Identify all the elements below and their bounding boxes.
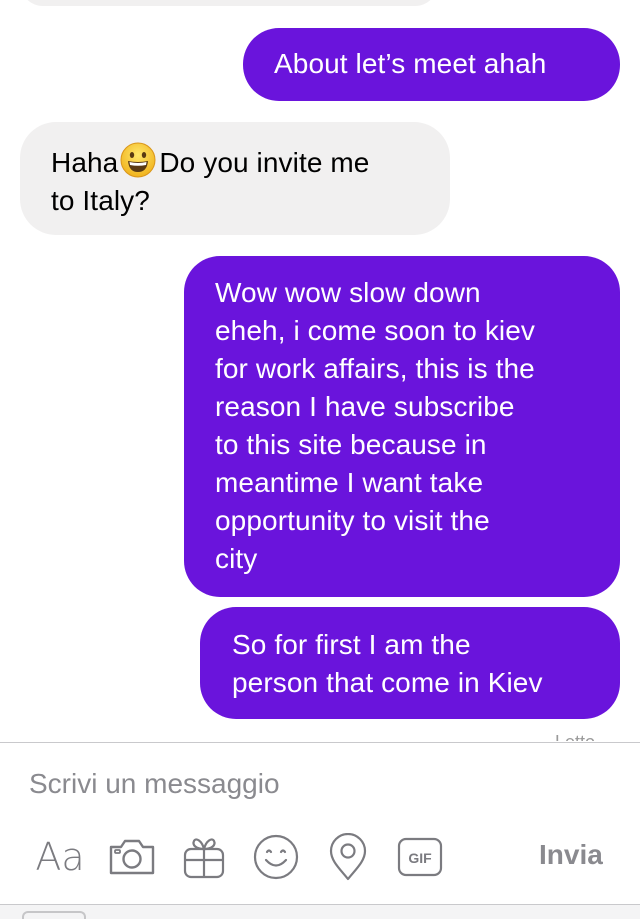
outgoing-message-bubble[interactable]: Wow wow slow down eheh, i come soon to k… [184,256,620,597]
previous-incoming-bubble [20,0,438,6]
emoji-icon[interactable] [250,831,302,883]
send-button[interactable]: Invia [539,838,603,872]
message-text: Haha [51,147,119,178]
message-composer: Scrivi un messaggio Aa GIF Invia [0,743,640,919]
gift-icon[interactable] [178,831,230,883]
text-format-label: Aa [35,835,85,879]
message-input[interactable]: Scrivi un messaggio [29,767,280,801]
camera-icon[interactable] [106,831,158,883]
bottom-tab[interactable] [22,911,86,919]
grinning-face-emoji [120,142,156,178]
gif-label: GIF [408,850,432,866]
outgoing-message-bubble[interactable]: About let’s meet ahah [243,28,620,101]
location-pin-icon[interactable] [322,831,374,883]
bottom-bar [0,904,640,919]
incoming-message-bubble[interactable]: Haha Do you invite me to Italy? [20,122,450,235]
outgoing-message-bubble[interactable]: So for first I am the person that come i… [200,607,620,719]
messenger-screen: About let’s meet ahah Haha Do you invite… [0,0,640,919]
read-status: Letto [555,733,605,741]
text-format-icon[interactable]: Aa [34,831,86,883]
message-thread[interactable]: About let’s meet ahah Haha Do you invite… [0,0,640,742]
gif-icon[interactable]: GIF [394,831,446,883]
